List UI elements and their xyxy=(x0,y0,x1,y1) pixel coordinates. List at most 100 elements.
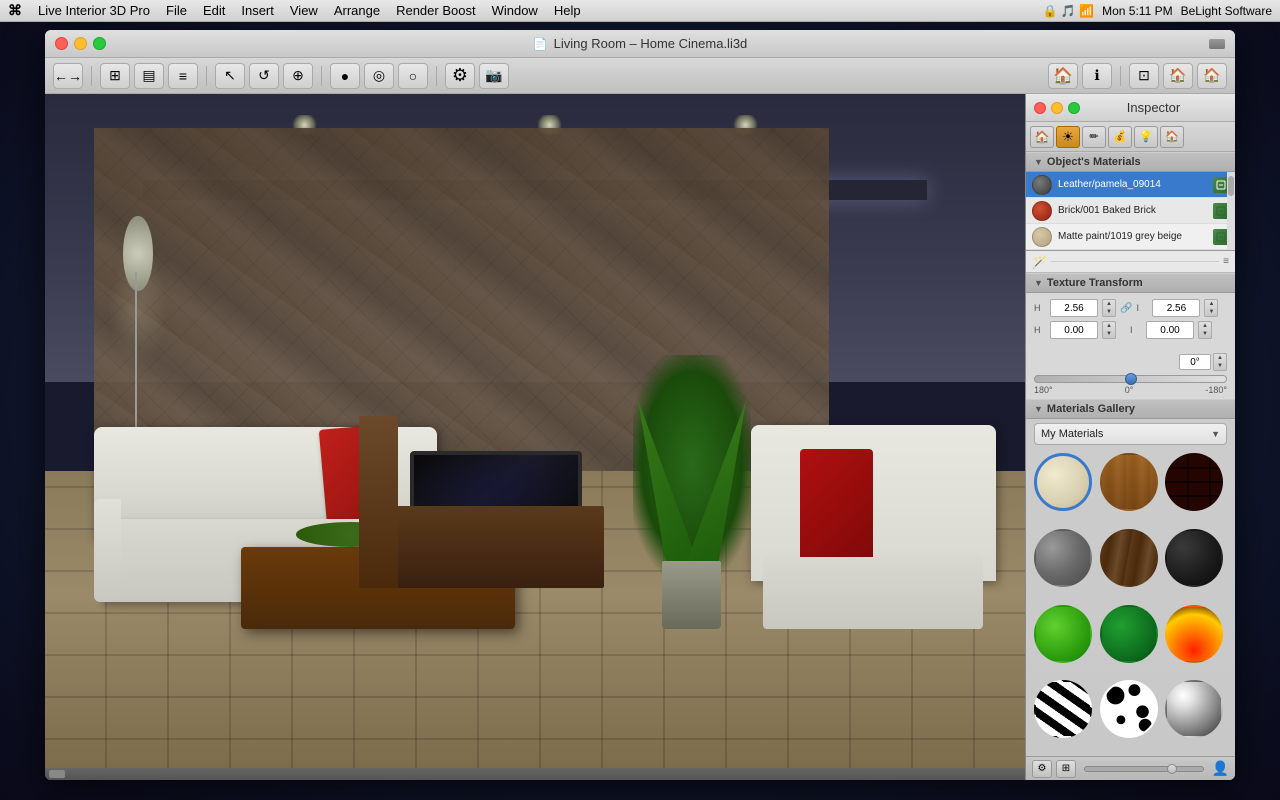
angle-thumb[interactable] xyxy=(1125,373,1137,385)
gallery-settings-btn[interactable]: ⚙ xyxy=(1032,760,1052,778)
gallery-dropdown[interactable]: My Materials ▼ xyxy=(1034,423,1227,445)
offset-x-input[interactable]: 0.00 xyxy=(1050,321,1098,339)
stepper-down-1[interactable]: ▼ xyxy=(1103,308,1115,316)
rotate-tool[interactable]: ↺ xyxy=(249,63,279,89)
stepper-up-4[interactable]: ▲ xyxy=(1199,322,1211,330)
scroll-thumb[interactable] xyxy=(1228,176,1234,196)
width-x-input[interactable]: 2.56 xyxy=(1050,299,1098,317)
texture-transform-header: ▼ Texture Transform xyxy=(1026,273,1235,293)
angle-stepper[interactable]: ▲ ▼ xyxy=(1213,353,1227,371)
inspector-minimize[interactable] xyxy=(1051,102,1063,114)
gallery-item-zebra[interactable] xyxy=(1034,680,1092,738)
insp-tab-house[interactable]: 🏠 xyxy=(1030,126,1054,148)
offset-x-stepper[interactable]: ▲ ▼ xyxy=(1102,321,1116,339)
gallery-item-dalmatian[interactable] xyxy=(1100,680,1158,738)
view-split-btn[interactable]: ≡ xyxy=(168,63,198,89)
window-title-text: Living Room – Home Cinema.li3d xyxy=(554,36,748,51)
menu-edit[interactable]: Edit xyxy=(203,3,225,18)
stepper-up-2[interactable]: ▲ xyxy=(1205,300,1217,308)
gallery-item-fire[interactable] xyxy=(1165,605,1223,663)
insp-tab-sun[interactable]: ☀ xyxy=(1056,126,1080,148)
inspector-close[interactable] xyxy=(1034,102,1046,114)
tour-btn[interactable]: 🏠 xyxy=(1048,63,1078,89)
angle-slider[interactable] xyxy=(1034,375,1227,383)
gallery-item-black[interactable] xyxy=(1165,529,1223,587)
gallery-grid-btn[interactable]: ⊞ xyxy=(1056,760,1076,778)
width-x-stepper[interactable]: ▲ ▼ xyxy=(1102,299,1116,317)
gallery-item-chrome[interactable] xyxy=(1165,680,1223,738)
width-y-input[interactable]: 2.56 xyxy=(1152,299,1200,317)
gallery-zoom-slider[interactable] xyxy=(1084,766,1204,772)
angle-up[interactable]: ▲ xyxy=(1214,354,1226,362)
viewport-scrollbar[interactable] xyxy=(45,768,1025,780)
walk-tool[interactable]: ⚙ xyxy=(445,63,475,89)
dropdown-arrow-icon: ▼ xyxy=(1211,429,1220,439)
menu-insert[interactable]: Insert xyxy=(241,3,274,18)
angle-down[interactable]: ▼ xyxy=(1214,362,1226,370)
insp-tab-money[interactable]: 💰 xyxy=(1108,126,1132,148)
viewport[interactable] xyxy=(45,94,1025,780)
gallery-item-wood-dark[interactable] xyxy=(1100,529,1158,587)
menu-renderboo st[interactable]: Render Boost xyxy=(396,3,476,18)
material-item-1[interactable]: Brick/001 Baked Brick xyxy=(1026,198,1235,224)
gallery-item-cream[interactable] xyxy=(1034,453,1092,511)
maximize-button[interactable] xyxy=(93,37,106,50)
scroll-thumb[interactable] xyxy=(49,770,65,778)
width-y-stepper[interactable]: ▲ ▼ xyxy=(1204,299,1218,317)
stepper-up-3[interactable]: ▲ xyxy=(1103,322,1115,330)
plant-pot xyxy=(662,561,721,630)
offset-y-input[interactable]: 0.00 xyxy=(1146,321,1194,339)
material-item-2[interactable]: Matte paint/1019 grey beige xyxy=(1026,224,1235,250)
camera-zoom[interactable]: ○ xyxy=(398,63,428,89)
camera-btn[interactable]: 📷 xyxy=(479,63,509,89)
materials-list[interactable]: Leather/pamela_09014 Brick/001 Baked Bri… xyxy=(1026,172,1235,251)
stepper-up-1[interactable]: ▲ xyxy=(1103,300,1115,308)
close-button[interactable] xyxy=(55,37,68,50)
gallery-zoom-thumb[interactable] xyxy=(1167,764,1177,774)
menu-view[interactable]: View xyxy=(290,3,318,18)
gallery-item-wood-light[interactable] xyxy=(1100,453,1158,511)
floor-plan-btn[interactable]: ⊞ xyxy=(100,63,130,89)
inspector-expand[interactable] xyxy=(1068,102,1080,114)
sphere-tool[interactable]: ● xyxy=(330,63,360,89)
insp-tab-light[interactable]: 💡 xyxy=(1134,126,1158,148)
gallery-item-brick[interactable] xyxy=(1165,453,1223,511)
exterior-btn[interactable]: 🏠 xyxy=(1197,63,1227,89)
angle-max: -180° xyxy=(1205,385,1227,395)
gallery-footer: ⚙ ⊞ 👤 xyxy=(1026,756,1235,780)
materials-scrollbar[interactable] xyxy=(1227,172,1235,250)
fullscreen-btn[interactable]: ⊡ xyxy=(1129,63,1159,89)
gallery-item-stone[interactable] xyxy=(1034,529,1092,587)
insp-tab-edit[interactable]: ✏ xyxy=(1082,126,1106,148)
offset-y-stepper[interactable]: ▲ ▼ xyxy=(1198,321,1212,339)
tt-triangle: ▼ xyxy=(1034,278,1043,288)
info-btn[interactable]: ℹ xyxy=(1082,63,1112,89)
window-resize-handle[interactable] xyxy=(1209,39,1225,49)
nav-back-btn[interactable]: ←→ xyxy=(53,63,83,89)
insp-tab-ext[interactable]: 🏠 xyxy=(1160,126,1184,148)
angle-input[interactable]: 0° xyxy=(1179,354,1211,370)
gallery-item-green-dark[interactable] xyxy=(1100,605,1158,663)
camera-orbit[interactable]: ◎ xyxy=(364,63,394,89)
stepper-down-2[interactable]: ▼ xyxy=(1205,308,1217,316)
stepper-down-3[interactable]: ▼ xyxy=(1103,330,1115,338)
move-tool[interactable]: ⊕ xyxy=(283,63,313,89)
wand-icon[interactable]: 🪄 xyxy=(1032,255,1047,269)
section-triangle: ▼ xyxy=(1034,157,1043,167)
view-3d-btn[interactable]: ▤ xyxy=(134,63,164,89)
menu-arrange[interactable]: Arrange xyxy=(334,3,380,18)
angle-min: 180° xyxy=(1034,385,1053,395)
inspector-panel: Inspector 🏠 ☀ ✏ 💰 💡 🏠 ▼ Object's Materia… xyxy=(1025,94,1235,780)
gallery-item-green-bright[interactable] xyxy=(1034,605,1092,663)
menu-help[interactable]: Help xyxy=(554,3,581,18)
menu-file[interactable]: File xyxy=(166,3,187,18)
stepper-down-4[interactable]: ▼ xyxy=(1199,330,1211,338)
menu-appname[interactable]: Live Interior 3D Pro xyxy=(38,3,150,18)
material-item-0[interactable]: Leather/pamela_09014 xyxy=(1026,172,1235,198)
house-btn[interactable]: 🏠 xyxy=(1163,63,1193,89)
width-row: H 2.56 ▲ ▼ 🔗 I 2.56 ▲ ▼ xyxy=(1034,299,1227,317)
menu-window[interactable]: Window xyxy=(492,3,538,18)
apple-menu[interactable]: ⌘ xyxy=(8,2,22,19)
select-tool[interactable]: ↖ xyxy=(215,63,245,89)
minimize-button[interactable] xyxy=(74,37,87,50)
